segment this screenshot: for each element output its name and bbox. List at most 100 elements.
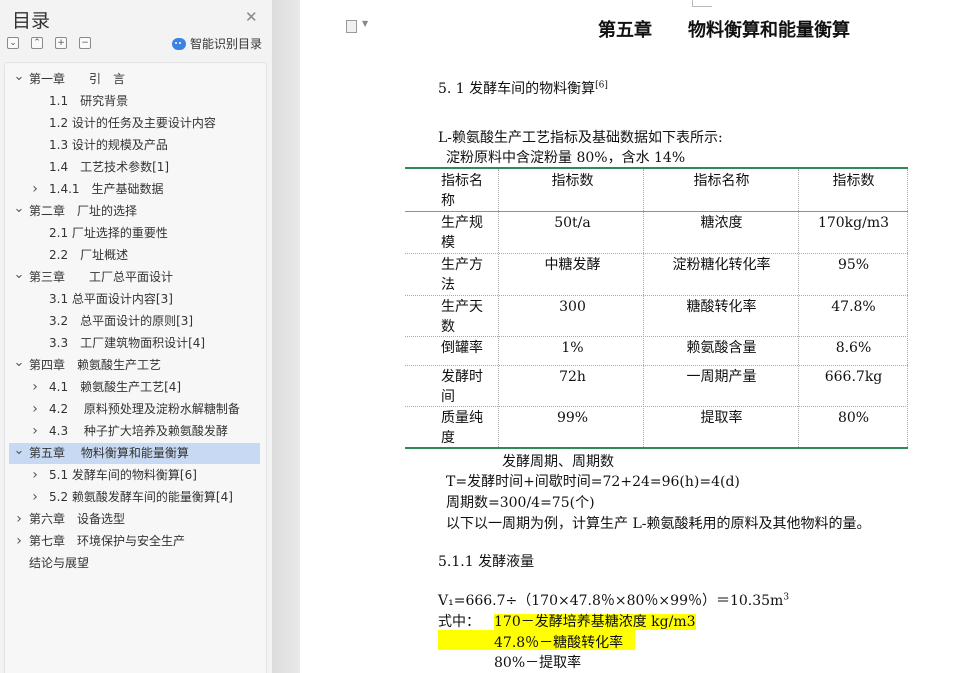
table-cell: 中糖发酵 [544,257,601,273]
chevron-down-icon[interactable]: ▼ [362,19,368,28]
toc-item[interactable]: 2.1 厂址选择的重要性 [9,223,260,244]
toc-item-label: 第六章 设备选型 [29,512,126,526]
table-cell: 72h [559,369,586,385]
cycle-heading: 发酵周期、周期数 [502,454,614,470]
header-rule [405,211,908,212]
toc-item[interactable]: 1.2 设计的任务及主要设计内容 [9,113,260,134]
starch-line: 淀粉原料中含淀粉量 80%，含水 14% [446,150,686,166]
table-cell: 99% [556,410,589,426]
toc-item[interactable]: › 5.1 发酵车间的物料衡算[6] [9,465,260,486]
smart-toc-button[interactable]: 智能识别目录 [172,35,262,52]
toc-item[interactable]: ⌄ 第三章 工厂总平面设计 [9,267,260,288]
data-table: 指标名称 指标数 指标名称 指标数 生产规模 50t/a 糖浓度 170kg/m… [405,167,908,449]
chevron-right-icon[interactable]: › [29,421,41,442]
table-cell: 8.6% [835,340,872,356]
chevron-right-icon[interactable]: › [29,487,41,508]
document-page: ▼ 第五章 物料衡算和能量衡算 5. 1 发酵车间的物料衡算[6] L-赖氨酸生… [300,0,977,673]
chevron-down-icon[interactable]: ⌄ [13,264,25,285]
toc-title: 目录 [12,10,51,32]
panel-divider[interactable] [272,0,300,673]
t-formula: T=发酵时间+间歇时间=72+24=96(h)=4(d) [446,474,740,490]
section-title: 5. 1 发酵车间的物料衡算[6] [438,78,608,98]
chevron-right-icon[interactable]: › [29,377,41,398]
table-cell: 发酵时间 [441,369,483,405]
toc-item-label: 4.2 原料预处理及淀粉水解糖制备 [49,402,240,416]
toc-item-label: 2.2 厂址概述 [49,248,129,262]
toc-item[interactable]: 3.2 总平面设计的原则[3] [9,311,260,332]
chevron-right-icon[interactable]: › [29,399,41,420]
subsection-title: 5.1.1 发酵液量 [438,554,535,570]
chevron-down-icon[interactable]: ⌄ [13,198,25,219]
toc-list: ⌄ 第一章 引 言 1.1 研究背景 1.2 设计的任务及主要设计内容 1.3 设计的规… [4,62,267,673]
table-cell: 生产方法 [441,257,483,293]
toc-item-label: 第二章 厂址的选择 [29,204,138,218]
toc-item[interactable]: › 第七章 环境保护与安全生产 [9,531,260,552]
where-item-1-text: 170－发酵培养基糖浓度 kg/m3 [494,614,696,630]
toc-item[interactable]: ⌄ 第二章 厂址的选择 [9,201,260,222]
toc-item-label: 3.3 工厂建筑物面积设计[4] [49,336,206,350]
table-cell: 50t/a [554,215,591,231]
chevron-down-icon[interactable]: ⌄ [13,352,25,373]
toc-item[interactable]: ⌄ 第四章 赖氨酸生产工艺 [9,355,260,376]
toc-item-label: 1.4.1 生产基础数据 [49,182,164,196]
toc-item[interactable]: › 4.1 赖氨酸生产工艺[4] [9,377,260,398]
chevron-right-icon[interactable]: › [13,509,25,530]
v1-exponent: 3 [783,592,790,603]
table-header-cell: 指标名称 [441,173,483,209]
toc-item[interactable]: › 4.3 种子扩大培养及赖氨酸发酵 [9,421,260,442]
ai-assistant-icon [172,37,186,50]
toc-item-label: 4.3 种子扩大培养及赖氨酸发酵 [49,424,228,438]
chapter-title: 第五章 物料衡算和能量衡算 [598,20,850,41]
close-icon[interactable]: ✕ [245,8,258,26]
toc-item[interactable]: › 1.4.1 生产基础数据 [9,179,260,200]
toc-item-label: 3.2 总平面设计的原则[3] [49,314,194,328]
section-ref[interactable]: [6] [595,80,608,90]
toc-item-label: 第四章 赖氨酸生产工艺 [29,358,162,372]
toc-item-label: 5.1 发酵车间的物料衡算[6] [49,468,197,482]
table-cell: 生产天数 [441,299,483,335]
toc-item-label: 1.3 设计的规模及产品 [49,138,168,152]
table-header-cell: 指标数 [551,173,594,189]
toc-item-label: 1.2 设计的任务及主要设计内容 [49,116,216,130]
table-cell: 倒罐率 [441,340,483,356]
collapse-all-icon[interactable]: ⌃ [31,37,43,49]
chevron-down-icon[interactable]: ⌄ [13,440,25,461]
toc-item-label: 第五章 物料衡算和能量衡算 [29,446,189,460]
toc-item-label: 1.4 工艺技术参数[1] [49,160,170,174]
toc-item-label: 第一章 引 言 [29,72,126,86]
toc-item[interactable]: › 5.2 赖氨酸发酵车间的能量衡算[4] [9,487,260,508]
remove-heading-icon[interactable]: − [79,37,91,49]
document-icon[interactable] [346,20,357,33]
chevron-down-icon[interactable]: ⌄ [13,66,25,87]
toc-item[interactable]: 结论与展望 [9,553,260,574]
table-cell: 一周期产量 [686,369,757,385]
toc-item[interactable]: › 4.2 原料预处理及淀粉水解糖制备 [9,399,260,420]
chevron-right-icon[interactable]: › [29,179,41,200]
table-cell: 80% [837,410,870,426]
cycles-formula: 周期数=300/4=75(个) [446,495,595,511]
toc-item[interactable]: 1.3 设计的规模及产品 [9,135,260,156]
expand-all-icon[interactable]: ⌄ [7,37,19,49]
toc-item-label: 第三章 工厂总平面设计 [29,270,174,284]
section-title-text: 5. 1 发酵车间的物料衡算 [438,81,596,97]
toc-item[interactable]: 2.2 厂址概述 [9,245,260,266]
row-divider [405,365,908,366]
chevron-right-icon[interactable]: › [13,531,25,552]
where-item-1: 170－发酵培养基糖浓度 kg/m3 [494,611,696,631]
table-cell: 提取率 [700,410,743,426]
add-heading-icon[interactable]: + [55,37,67,49]
toc-item[interactable]: ⌄ 第五章 物料衡算和能量衡算 [9,443,260,464]
toc-item-label: 4.1 赖氨酸生产工艺[4] [49,380,182,394]
chevron-right-icon[interactable]: › [29,465,41,486]
table-cell: 生产规模 [441,215,483,251]
toc-item[interactable]: 3.1 总平面设计内容[3] [9,289,260,310]
toc-item[interactable]: › 第六章 设备选型 [9,509,260,530]
toc-item[interactable]: ⌄ 第一章 引 言 [9,69,260,90]
toc-item[interactable]: 1.4 工艺技术参数[1] [9,157,260,178]
where-item-3: 80%－提取率 [494,655,582,671]
toc-item-label: 1.1 研究背景 [49,94,129,108]
table-header-cell: 指标名称 [693,173,750,189]
v1-formula: V₁=666.7÷（170×47.8％×80％×99％）＝10.35m3 [438,590,789,610]
toc-item[interactable]: 1.1 研究背景 [9,91,260,112]
toc-item[interactable]: 3.3 工厂建筑物面积设计[4] [9,333,260,354]
